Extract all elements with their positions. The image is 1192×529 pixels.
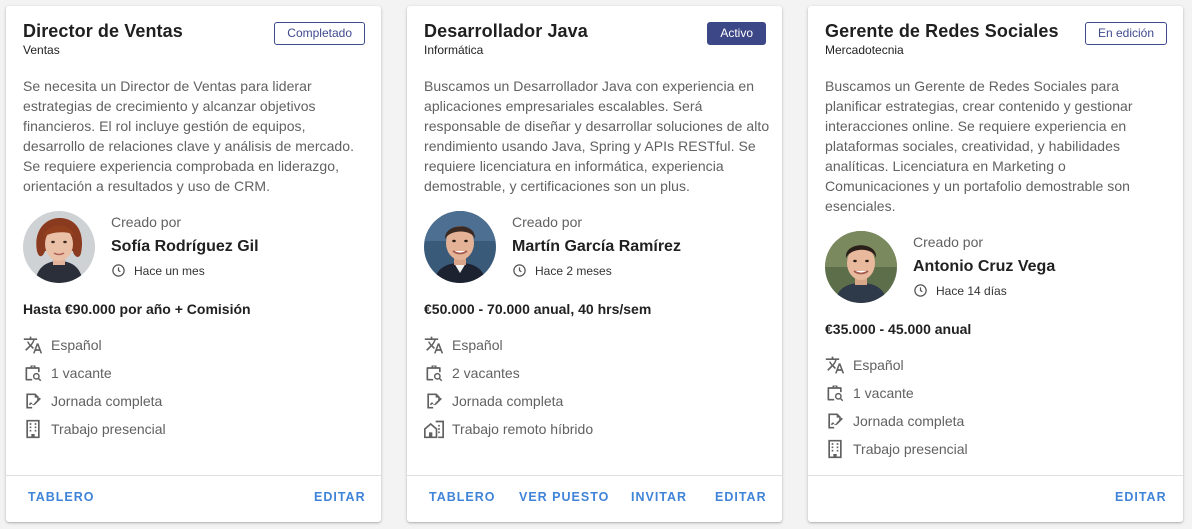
created-by-label: Creado por: [512, 214, 583, 230]
attr-language-text: Español: [452, 337, 503, 353]
status-badge: En edición: [1084, 22, 1167, 45]
attr-language: Español: [424, 331, 593, 359]
job-department: Ventas: [23, 43, 60, 57]
attr-work-mode-text: Trabajo remoto híbrido: [452, 421, 594, 437]
job-department: Mercadotecnia: [825, 43, 904, 57]
attr-work-mode-text: Trabajo presencial: [51, 421, 166, 437]
creator-block: Creado por Sofía Rodríguez Gil Hace un m…: [23, 211, 363, 283]
card-divider: [808, 475, 1183, 476]
status-badge: Completado: [274, 22, 365, 45]
attr-vacancies-text: 2 vacantes: [452, 365, 520, 381]
attr-schedule: Jornada completa: [825, 407, 968, 435]
creator-block: Creado por Antonio Cruz Vega Hace 14 día…: [825, 231, 1165, 303]
creator-name: Sofía Rodríguez Gil: [111, 238, 259, 255]
attr-vacancies: 1 vacante: [23, 359, 166, 387]
attr-schedule: Jornada completa: [23, 387, 166, 415]
created-time: Hace 2 meses: [512, 263, 612, 278]
attr-schedule: Jornada completa: [424, 387, 593, 415]
card-actions: TABLERO EDITAR: [6, 490, 381, 508]
job-card: Desarrollador Java Informática Activo Bu…: [407, 6, 782, 522]
avatar: [424, 211, 496, 283]
card-divider: [407, 475, 782, 476]
created-by-label: Creado por: [111, 214, 182, 230]
salary: €50.000 - 70.000 anual, 40 hrs/sem: [424, 301, 652, 317]
job-description: Se necesita un Director de Ventas para l…: [23, 78, 355, 194]
edit-button[interactable]: EDITAR: [314, 490, 366, 504]
office-building-icon: [23, 419, 43, 439]
status-badge: Activo: [707, 22, 766, 45]
avatar: [23, 211, 95, 283]
attr-language-text: Español: [51, 337, 102, 353]
view-job-button[interactable]: VER PUESTO: [519, 490, 609, 504]
salary: €35.000 - 45.000 anual: [825, 321, 972, 337]
contract-signature-icon: [424, 391, 444, 411]
created-ago: Hace 2 meses: [535, 263, 612, 278]
attr-language-text: Español: [853, 357, 904, 373]
briefcase-search-icon: [424, 363, 444, 383]
attr-schedule-text: Jornada completa: [853, 413, 965, 429]
office-building-icon: [825, 439, 845, 459]
attr-language: Español: [825, 351, 968, 379]
translate-icon: [424, 335, 444, 355]
card-actions: TABLERO VER PUESTO INVITAR EDITAR: [407, 490, 782, 508]
briefcase-search-icon: [23, 363, 43, 383]
translate-icon: [825, 355, 845, 375]
attr-work-mode: Trabajo remoto híbrido: [424, 415, 593, 443]
attr-schedule-text: Jornada completa: [51, 393, 163, 409]
salary: Hasta €90.000 por año + Comisión: [23, 301, 251, 317]
created-ago: Hace un mes: [134, 263, 205, 278]
job-description: Buscamos un Desarrollador Java con exper…: [424, 78, 770, 194]
card-actions: EDITAR: [808, 490, 1183, 508]
contract-signature-icon: [23, 391, 43, 411]
attr-language: Español: [23, 331, 166, 359]
attr-schedule-text: Jornada completa: [452, 393, 564, 409]
job-attributes: Español 1 vacante Jornada completa Traba…: [825, 351, 968, 463]
created-time: Hace 14 días: [913, 283, 1007, 298]
attr-work-mode: Trabajo presencial: [825, 435, 968, 463]
invite-button[interactable]: INVITAR: [631, 490, 687, 504]
creator-name: Antonio Cruz Vega: [913, 258, 1056, 275]
translate-icon: [23, 335, 43, 355]
job-attributes: Español 1 vacante Jornada completa Traba…: [23, 331, 166, 443]
creator-block: Creado por Martín García Ramírez Hace 2 …: [424, 211, 764, 283]
dashboard-button[interactable]: TABLERO: [28, 490, 95, 504]
clock-icon: [513, 264, 526, 277]
home-city-icon: [424, 419, 444, 439]
creator-name: Martín García Ramírez: [512, 238, 681, 255]
attr-vacancies: 1 vacante: [825, 379, 968, 407]
attr-work-mode: Trabajo presencial: [23, 415, 166, 443]
attr-work-mode-text: Trabajo presencial: [853, 441, 968, 457]
clock-icon: [112, 264, 125, 277]
briefcase-search-icon: [825, 383, 845, 403]
job-description: Buscamos un Gerente de Redes Sociales pa…: [825, 78, 1133, 214]
card-divider: [6, 475, 381, 476]
contract-signature-icon: [825, 411, 845, 431]
clock-icon: [914, 284, 927, 297]
created-ago: Hace 14 días: [936, 283, 1007, 298]
avatar: [825, 231, 897, 303]
attr-vacancies: 2 vacantes: [424, 359, 593, 387]
job-department: Informática: [424, 43, 484, 57]
dashboard-button[interactable]: TABLERO: [429, 490, 496, 504]
job-attributes: Español 2 vacantes Jornada completa Trab…: [424, 331, 593, 443]
created-time: Hace un mes: [111, 263, 205, 278]
edit-button[interactable]: EDITAR: [715, 490, 767, 504]
created-by-label: Creado por: [913, 234, 984, 250]
job-card: Director de Ventas Ventas Completado Se …: [6, 6, 381, 522]
job-card: Gerente de Redes Sociales Mercadotecnia …: [808, 6, 1183, 522]
attr-vacancies-text: 1 vacante: [853, 385, 914, 401]
attr-vacancies-text: 1 vacante: [51, 365, 112, 381]
edit-button[interactable]: EDITAR: [1115, 490, 1167, 504]
